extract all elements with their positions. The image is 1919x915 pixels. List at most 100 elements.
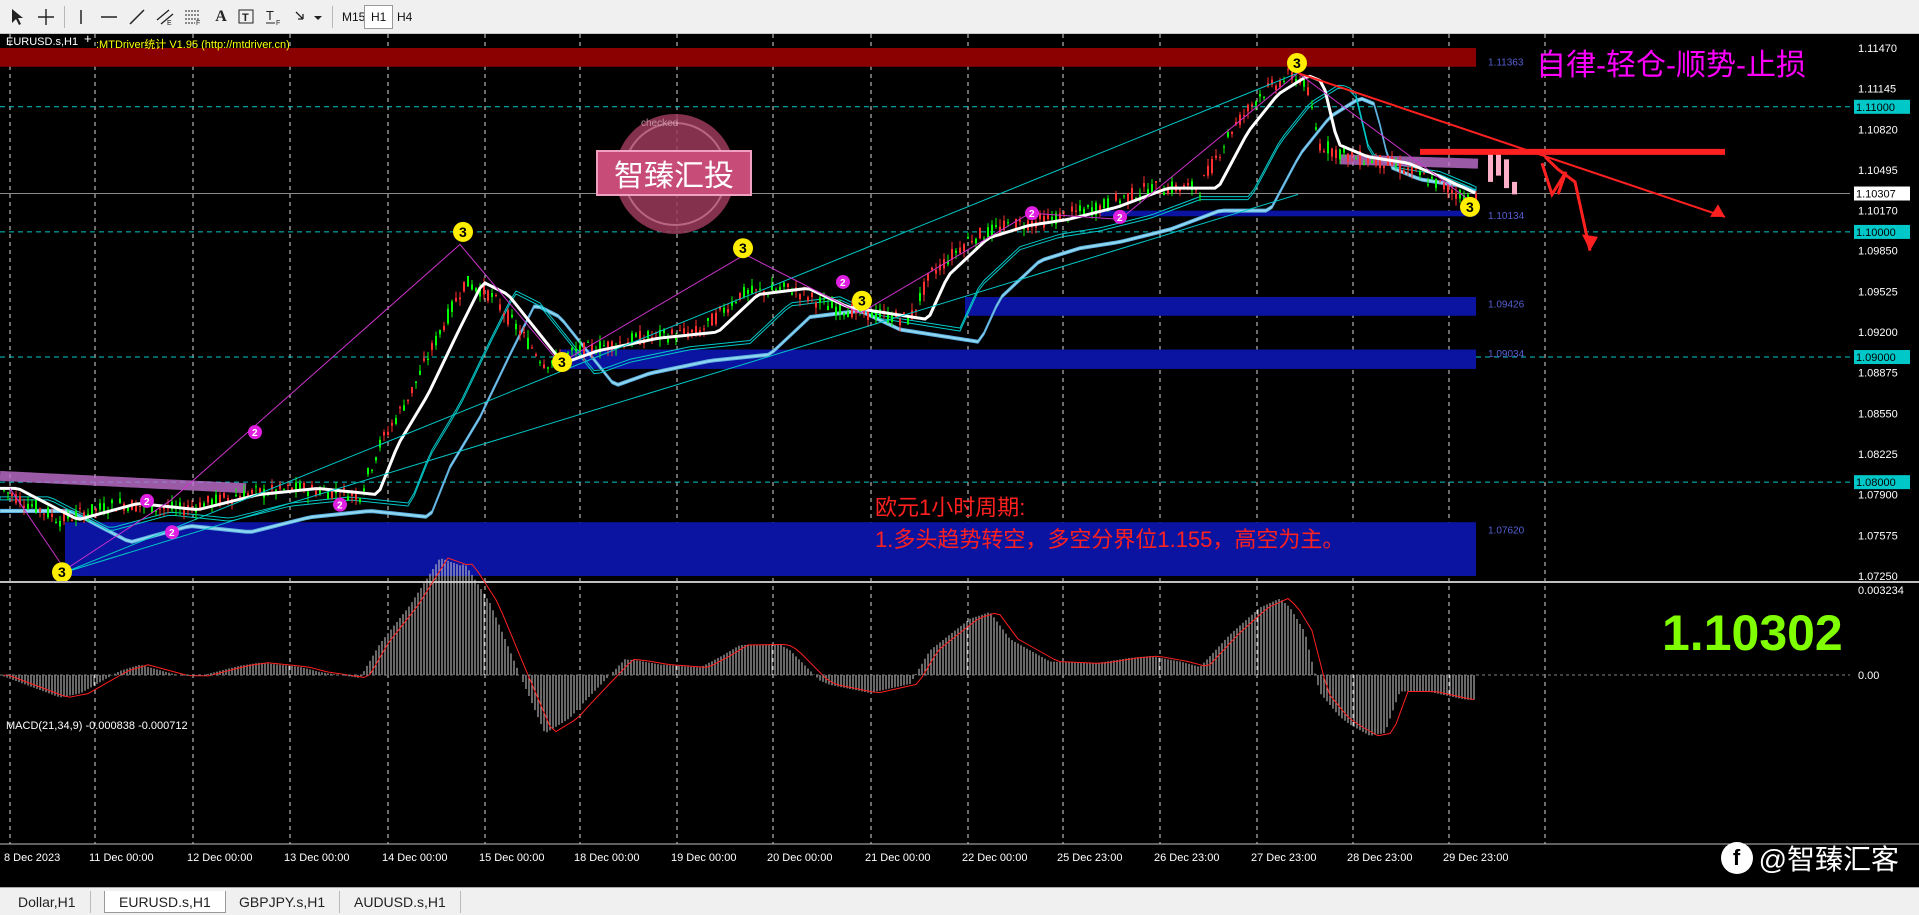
candle-body (1231, 131, 1233, 134)
candle-body (635, 333, 637, 337)
support-zone (965, 296, 1476, 316)
candle-body (1039, 213, 1041, 220)
candle-body (999, 226, 1001, 233)
tab-gbpjpy-h1[interactable]: GBPJPY.s,H1 (225, 891, 341, 913)
candle-body (1211, 159, 1213, 174)
indicator-label: :MTDriver统计 V1.95 (http://mtdriver.cn) (96, 39, 290, 51)
candle-body (223, 492, 225, 498)
wave-marker-label: 2 (1029, 209, 1035, 220)
tab-eurusd-h1[interactable]: EURUSD.s,H1 (104, 891, 226, 913)
candle-body (395, 417, 397, 424)
candle-body (1311, 106, 1313, 109)
cursor-icon[interactable] (4, 4, 30, 30)
svg-text:T: T (242, 12, 249, 24)
candle-body (367, 468, 369, 475)
wave-marker-label: 3 (558, 354, 566, 370)
fibonacci-icon[interactable]: F (180, 4, 206, 30)
candle-body (1143, 183, 1145, 187)
candle-body (71, 519, 73, 521)
candle-body (1203, 175, 1205, 177)
arrows-icon[interactable] (292, 4, 326, 30)
vertical-line-icon[interactable] (68, 4, 94, 30)
candle-body (399, 407, 401, 409)
candle-body (1451, 189, 1453, 193)
equidistant-channel-icon[interactable]: E (152, 4, 178, 30)
chart-canvas[interactable]: 1.11470 1.11145 1.10820 1.10495 1.10170 1.098… (0, 34, 1919, 887)
candle-body (743, 287, 745, 298)
candle-body (283, 489, 285, 491)
candle-body (431, 343, 433, 350)
macd-axis-label: 0.003234 (1858, 585, 1904, 597)
candle-body (415, 381, 417, 383)
candle-body (571, 348, 573, 351)
tab-dollar-h1[interactable]: Dollar,H1 (4, 891, 91, 913)
candle-body (1187, 183, 1189, 186)
candle-body (47, 507, 49, 518)
price-axis-label: 1.07575 (1858, 530, 1898, 542)
time-axis-label: 15 Dec 00:00 (479, 852, 544, 864)
candle-body (703, 328, 705, 330)
candle-body (1283, 80, 1285, 82)
candle-body (903, 312, 905, 315)
candle-body (387, 431, 389, 436)
slogan-text: 自律-轻仓-顺势-止损 (1536, 49, 1806, 82)
candle-body (1127, 193, 1129, 203)
candle-body (951, 248, 953, 260)
candle-body (1219, 157, 1221, 159)
wave-marker-label: 2 (252, 428, 258, 439)
text-label-icon[interactable]: T (234, 4, 260, 30)
candle-body (375, 457, 377, 461)
candle-body (1263, 96, 1265, 98)
zone-label: 1.10134 (1488, 211, 1525, 222)
price-axis-label: 1.10820 (1858, 124, 1898, 136)
candle-body (987, 227, 989, 238)
candle-body (971, 240, 973, 243)
candle-body (1427, 184, 1429, 186)
candle-body (783, 282, 785, 287)
candle-body (1227, 132, 1229, 137)
text-icon[interactable]: A (208, 4, 234, 30)
candle-body (407, 399, 409, 402)
crosshair-icon[interactable] (33, 4, 59, 30)
candle-body (979, 227, 981, 239)
svg-text:F: F (196, 20, 200, 26)
candle-body (1423, 173, 1425, 175)
chart-area[interactable]: 1.11470 1.11145 1.10820 1.10495 1.10170 1.098… (0, 34, 1919, 887)
candle-body (111, 500, 113, 504)
wave-marker-label: 2 (1117, 213, 1123, 224)
stamp-ring-text: checked (641, 118, 679, 129)
candle-body (1251, 104, 1253, 106)
timeframe-h4-button[interactable]: H4 (391, 5, 418, 29)
timeframe-h1-button[interactable]: H1 (364, 5, 394, 29)
candle-body (1223, 146, 1225, 148)
fibonacci-text-icon[interactable]: TF (262, 4, 288, 30)
candle-body (459, 297, 461, 300)
candle-body (527, 337, 529, 349)
candle-body (919, 293, 921, 302)
candle-body (843, 313, 845, 316)
wave-marker-label: 3 (1466, 199, 1474, 215)
price-axis-label: 1.10495 (1858, 165, 1898, 177)
trendline-icon[interactable] (124, 4, 150, 30)
tab-audusd-h1[interactable]: AUDUSD.s,H1 (340, 891, 461, 913)
candle-body (1103, 199, 1105, 209)
wave-marker-label: 3 (739, 240, 747, 256)
time-axis-label: 20 Dec 00:00 (767, 852, 832, 864)
candle-body (287, 484, 289, 487)
wave-marker-label: 2 (169, 528, 175, 539)
candle-body (371, 469, 373, 471)
candle-body (759, 288, 761, 290)
wave-marker-label: 2 (840, 278, 846, 289)
horizontal-line-icon[interactable] (96, 4, 122, 30)
candle-body (163, 507, 165, 510)
candle-body (1331, 148, 1333, 157)
candle-body (1155, 181, 1157, 183)
candle-body (1207, 165, 1209, 176)
candle-body (1159, 192, 1161, 194)
candle-body (1375, 158, 1377, 165)
price-tag-label: 1.11000 (1856, 102, 1895, 114)
candle-body (507, 310, 509, 325)
candle-body (831, 300, 833, 308)
facebook-icon: f (1720, 842, 1753, 874)
price-axis-label: 1.08550 (1858, 408, 1898, 420)
